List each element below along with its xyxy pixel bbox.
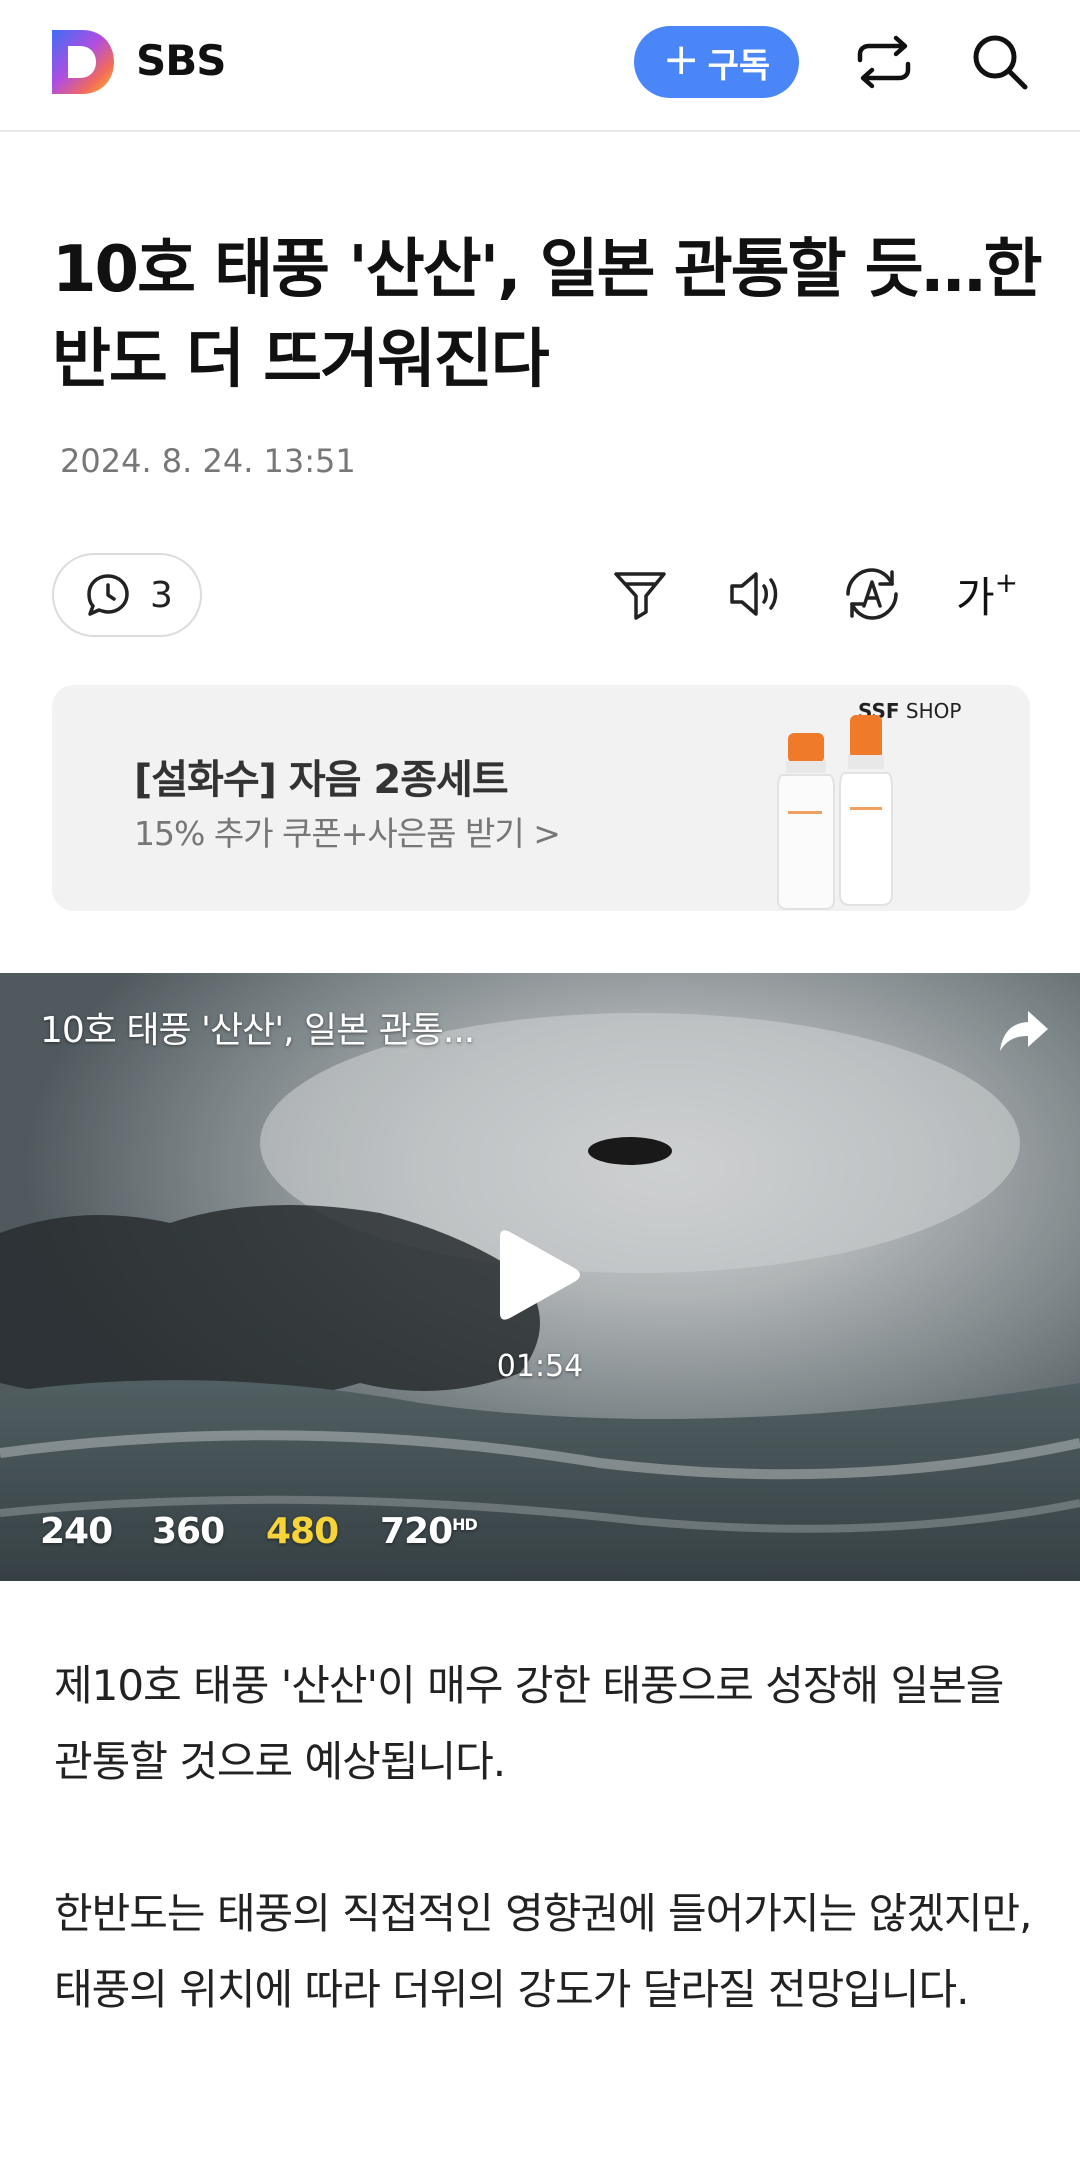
quality-360-button[interactable]: 360 bbox=[152, 1511, 225, 1552]
video-player[interactable]: 10호 태풍 '산산', 일본 관통... 01:54 240 360 480 … bbox=[0, 973, 1080, 1581]
ad-subtitle: 15% 추가 쿠폰+사은품 받기 > bbox=[134, 814, 561, 853]
quality-240-button[interactable]: 240 bbox=[40, 1511, 113, 1552]
video-share-icon[interactable] bbox=[996, 1001, 1052, 1057]
video-title: 10호 태풍 '산산', 일본 관통... bbox=[40, 1010, 475, 1051]
video-duration: 01:54 bbox=[496, 1349, 584, 1384]
share-icon[interactable] bbox=[852, 30, 916, 94]
ad-title: [설화수] 자음 2종세트 bbox=[134, 757, 509, 803]
translate-icon[interactable] bbox=[840, 562, 904, 626]
subscribe-button[interactable]: + 구독 bbox=[634, 26, 799, 98]
daum-logo-icon[interactable] bbox=[52, 30, 114, 94]
publisher-name[interactable]: SBS bbox=[136, 36, 227, 85]
font-size-icon[interactable]: 가 + bbox=[956, 562, 1020, 626]
app-header: SBS + 구독 bbox=[0, 0, 1080, 132]
font-size-label: 가 bbox=[956, 572, 995, 622]
hd-badge: HD bbox=[452, 1515, 478, 1534]
quality-720-button[interactable]: 720HD bbox=[380, 1511, 478, 1552]
plus-small-icon: + bbox=[994, 565, 1019, 599]
ad-banner[interactable]: SSF SHOP [설화수] 자음 2종세트 15% 추가 쿠폰+사은품 받기 … bbox=[52, 685, 1030, 911]
search-icon[interactable] bbox=[968, 30, 1032, 94]
comment-count: 3 bbox=[150, 574, 173, 616]
quality-480-button[interactable]: 480 bbox=[266, 1511, 339, 1552]
summary-filter-icon[interactable] bbox=[608, 562, 672, 626]
comment-icon bbox=[87, 574, 129, 616]
play-icon[interactable] bbox=[490, 1225, 590, 1325]
plus-icon: + bbox=[662, 34, 700, 85]
subscribe-label: 구독 bbox=[707, 45, 771, 86]
comment-button[interactable]: 3 bbox=[52, 553, 202, 637]
article-title: 10호 태풍 '산산', 일본 관통할 듯…한반도 더 뜨거워진다 bbox=[52, 233, 1043, 397]
speaker-icon[interactable] bbox=[724, 562, 788, 626]
article-paragraph: 한반도는 태풍의 직접적인 영향권에 들어가지는 않겠지만, 태풍의 위치에 따… bbox=[54, 1889, 1032, 2014]
article-paragraph: 제10호 태풍 '산산'이 매우 강한 태풍으로 성장해 일본을 관통할 것으로… bbox=[54, 1661, 1004, 1786]
article-date: 2024. 8. 24. 13:51 bbox=[60, 442, 356, 480]
product-bottles-icon bbox=[777, 715, 893, 910]
